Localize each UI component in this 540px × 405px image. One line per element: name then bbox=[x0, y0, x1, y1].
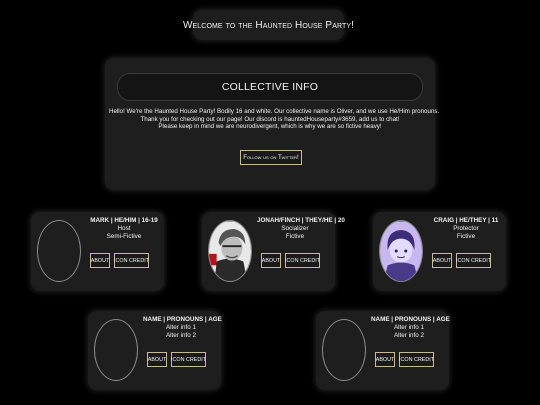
page-title: Welcome to the Haunted House Party! bbox=[182, 19, 355, 31]
icon-credit-button[interactable]: ICON CREDIT bbox=[114, 253, 149, 268]
icon-credit-button[interactable]: ICON CREDIT bbox=[456, 253, 491, 268]
alter-name: JONAH/FINCH | THEY/HE | 20 bbox=[257, 217, 345, 224]
alter-info: NAME | PRONOUNS | AGE Alter info 1 Alter… bbox=[371, 316, 450, 341]
alter-type: Fictive bbox=[285, 233, 305, 241]
about-button[interactable]: ABOUT bbox=[375, 352, 395, 367]
follow-twitter-button[interactable]: Follow us on Twitter! bbox=[240, 150, 302, 165]
alter-type: Fictive bbox=[456, 233, 476, 241]
about-button[interactable]: ABOUT bbox=[261, 253, 281, 268]
purple-character-portrait-icon bbox=[380, 221, 422, 281]
alter-info: CRAIG | HE/THEY | 11 Protector Fictive bbox=[428, 217, 504, 242]
about-button[interactable]: ABOUT bbox=[432, 253, 452, 268]
icon-credit-button[interactable]: ICON CREDIT bbox=[285, 253, 320, 268]
alter-card-placeholder-2: NAME | PRONOUNS | AGE Alter info 1 Alter… bbox=[316, 311, 450, 390]
welcome-banner: Welcome to the Haunted House Party! bbox=[183, 10, 354, 40]
alter-buttons: ABOUT ICON CREDIT bbox=[261, 253, 320, 268]
collective-info-text: Hello! We're the Haunted House Party! Bo… bbox=[109, 108, 440, 131]
alter-role: Alter info 1 bbox=[165, 324, 197, 332]
alter-avatar bbox=[94, 319, 138, 381]
alter-card-placeholder-1: NAME | PRONOUNS | AGE Alter info 1 Alter… bbox=[88, 311, 222, 390]
alter-card-mark: MARK | HE/HIM | 16-19 Host Semi-Fictive … bbox=[31, 212, 164, 291]
alter-info: JONAH/FINCH | THEY/HE | 20 Socializer Fi… bbox=[257, 217, 345, 242]
alter-buttons: ABOUT ICON CREDIT bbox=[90, 253, 149, 268]
alter-avatar bbox=[208, 220, 252, 282]
collective-info-panel: COLLECTIVE INFO Hello! We're the Haunted… bbox=[105, 58, 440, 190]
icon-credit-button[interactable]: ICON CREDIT bbox=[171, 352, 206, 367]
alter-name: NAME | PRONOUNS | AGE bbox=[371, 316, 450, 323]
about-button[interactable]: ABOUT bbox=[147, 352, 167, 367]
alter-buttons: ABOUT ICON CREDIT bbox=[375, 352, 434, 367]
collective-info-heading-text: COLLECTIVE INFO bbox=[221, 81, 319, 93]
alter-info: MARK | HE/HIM | 16-19 Host Semi-Fictive bbox=[86, 217, 162, 242]
alter-buttons: ABOUT ICON CREDIT bbox=[147, 352, 206, 367]
icon-credit-button[interactable]: ICON CREDIT bbox=[399, 352, 434, 367]
alter-avatar bbox=[379, 220, 423, 282]
alter-type: Alter info 2 bbox=[393, 332, 425, 340]
alter-name: NAME | PRONOUNS | AGE bbox=[143, 316, 222, 323]
collective-info-heading: COLLECTIVE INFO bbox=[117, 73, 423, 101]
alter-type: Semi-Fictive bbox=[106, 233, 142, 241]
alter-info: NAME | PRONOUNS | AGE Alter info 1 Alter… bbox=[143, 316, 222, 341]
collective-info-line: Hello! We're the Haunted House Party! Bo… bbox=[109, 108, 440, 115]
collective-info-line: Thank you for checking out our page! Our… bbox=[140, 115, 400, 123]
alter-buttons: ABOUT ICON CREDIT bbox=[432, 253, 491, 268]
alter-role: Alter info 1 bbox=[393, 324, 425, 332]
alter-card-jonah: JONAH/FINCH | THEY/HE | 20 Socializer Fi… bbox=[202, 212, 345, 291]
alter-role: Socializer bbox=[281, 225, 309, 233]
alter-type: Alter info 2 bbox=[165, 332, 197, 340]
about-button[interactable]: ABOUT bbox=[90, 253, 110, 268]
alter-card-craig: CRAIG | HE/THEY | 11 Protector Fictive A… bbox=[373, 212, 506, 291]
alter-name: MARK | HE/HIM | 16-19 bbox=[90, 217, 158, 224]
alter-role: Protector bbox=[453, 225, 479, 233]
alter-role: Host bbox=[117, 225, 131, 233]
alter-avatar bbox=[322, 319, 366, 381]
alter-avatar bbox=[37, 220, 81, 282]
monochrome-character-portrait-icon bbox=[209, 221, 251, 281]
collective-info-line: Please keep in mind we are neurodivergen… bbox=[158, 123, 382, 131]
alter-name: CRAIG | HE/THEY | 11 bbox=[433, 217, 499, 224]
